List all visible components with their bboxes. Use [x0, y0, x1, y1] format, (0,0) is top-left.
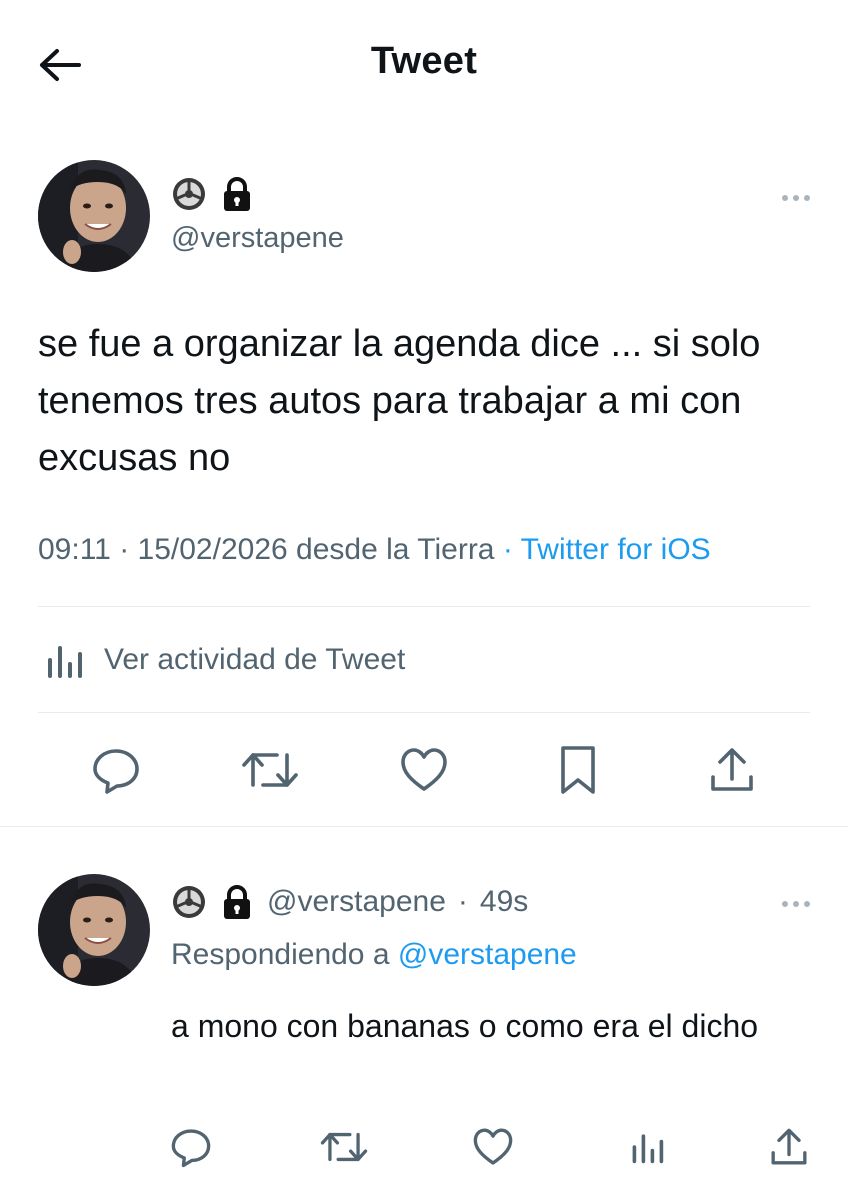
reply-like-button[interactable]	[470, 1124, 516, 1170]
divider	[38, 712, 810, 713]
tweet-meta: 09:11 · 15/02/2026 desde la Tierra · Twi…	[38, 533, 711, 567]
meta-separator: ·	[119, 533, 130, 566]
tweet-source-link[interactable]: Twitter for iOS	[521, 533, 711, 566]
reply-retweet-button[interactable]	[318, 1124, 370, 1170]
tweet-detail-screen: Tweet @verstapene se fue a organizar la …	[0, 0, 848, 1200]
activity-label: Ver actividad de Tweet	[104, 643, 406, 676]
reply-author-row: @verstapene · 49s	[171, 884, 528, 920]
section-divider	[0, 826, 848, 827]
retweet-icon	[320, 1132, 368, 1162]
replying-prefix: Respondiendo a	[171, 938, 390, 971]
replying-to: Respondiendo a @verstapene	[171, 938, 577, 972]
tweet-text: se fue a organizar la agenda dice ... si…	[38, 323, 761, 479]
retweet-icon	[242, 753, 298, 787]
steering-wheel-icon	[171, 884, 207, 920]
author-handle[interactable]: @verstapene	[171, 222, 344, 255]
analytics-icon	[632, 1134, 664, 1164]
like-button[interactable]	[396, 742, 452, 798]
share-icon	[711, 748, 753, 791]
bookmark-button[interactable]	[552, 742, 604, 798]
reply-reply-button[interactable]	[168, 1124, 214, 1170]
reply-icon	[93, 749, 139, 794]
analytics-icon	[48, 646, 82, 678]
tweet-time: 09:11	[38, 533, 111, 566]
retweet-button[interactable]	[240, 742, 300, 798]
tweet-activity-link[interactable]: Ver actividad de Tweet	[44, 640, 405, 680]
like-icon	[473, 1128, 513, 1165]
like-icon	[401, 748, 447, 791]
avatar[interactable]	[38, 160, 150, 272]
steering-wheel-icon	[171, 176, 207, 212]
header: Tweet	[0, 0, 848, 128]
more-options-icon[interactable]	[778, 188, 814, 208]
lock-icon	[219, 176, 255, 212]
tweet-date: 15/02/2026	[137, 533, 288, 566]
lock-icon	[219, 884, 255, 920]
share-button[interactable]	[704, 742, 760, 798]
tweet-location: desde la Tierra	[296, 533, 495, 566]
reply-more-options-icon[interactable]	[778, 894, 814, 914]
replying-mention-link[interactable]: @verstapene	[398, 938, 577, 971]
reply-text: a mono con bananas o como era el dicho	[171, 1008, 759, 1044]
author-name	[171, 176, 255, 212]
divider	[38, 606, 810, 607]
reply-author-handle[interactable]: @verstapene	[267, 885, 446, 919]
reply-button[interactable]	[88, 742, 144, 798]
reply-separator: ·	[457, 885, 468, 918]
reply-icon	[171, 1129, 211, 1168]
share-icon	[771, 1128, 807, 1165]
meta-separator: ·	[502, 533, 513, 566]
reply-analytics-button[interactable]	[624, 1124, 670, 1170]
bookmark-icon	[561, 746, 595, 794]
reply-age: 49s	[479, 885, 529, 918]
page-title: Tweet	[370, 40, 478, 82]
reply-avatar[interactable]	[38, 874, 150, 986]
reply-share-button[interactable]	[766, 1124, 812, 1170]
